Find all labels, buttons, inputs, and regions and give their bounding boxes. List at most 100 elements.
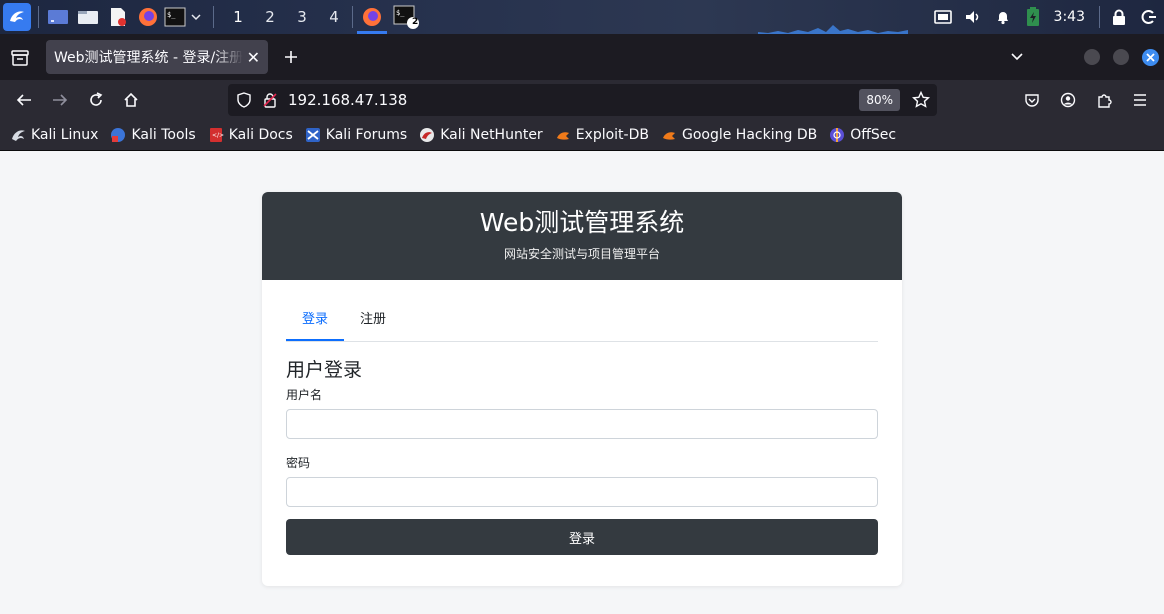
bookmark-label: OffSec xyxy=(850,127,897,143)
plus-icon xyxy=(285,51,297,63)
username-input[interactable] xyxy=(286,409,878,439)
terminal-window-button[interactable]: $_ 2 xyxy=(389,0,423,34)
home-button[interactable] xyxy=(117,88,145,112)
terminal-launcher-icon[interactable]: $_ xyxy=(163,0,187,34)
workspace-4[interactable]: 4 xyxy=(318,0,350,34)
account-button[interactable] xyxy=(1054,88,1082,112)
browser-navigation-bar: 192.168.47.138 80% xyxy=(0,80,1164,120)
arrow-right-icon xyxy=(53,94,68,106)
password-label: 密码 xyxy=(286,456,311,470)
clock[interactable]: 3:43 xyxy=(1054,9,1085,25)
bookmark-kali-docs[interactable]: </> Kali Docs xyxy=(208,127,293,143)
insecure-lock-icon[interactable] xyxy=(262,92,278,108)
kali-dragon-icon xyxy=(10,127,26,143)
maximize-window-button[interactable] xyxy=(1113,49,1129,65)
card-header: Web测试管理系统 网站安全测试与项目管理平台 xyxy=(262,192,902,280)
card-body: 登录 注册 用户登录 用户名 密码 登录 xyxy=(262,280,902,555)
chevron-down-icon[interactable] xyxy=(187,0,205,34)
workspace-2[interactable]: 2 xyxy=(254,0,286,34)
workspace-1[interactable]: 1 xyxy=(222,0,254,34)
close-icon xyxy=(1146,53,1155,62)
bookmarks-toolbar: Kali Linux Kali Tools </> Kali Docs Kali… xyxy=(0,120,1164,151)
bookmark-label: Kali Forums xyxy=(325,127,408,143)
tab-login[interactable]: 登录 xyxy=(286,300,345,341)
close-window-button[interactable] xyxy=(1142,49,1159,66)
auth-tabs: 登录 注册 xyxy=(286,300,878,342)
svg-text:$_: $_ xyxy=(167,11,176,19)
power-logout-icon[interactable] xyxy=(1134,0,1164,34)
firefox-icon xyxy=(363,8,381,26)
bookmark-label: Google Hacking DB xyxy=(681,127,818,143)
menu-button[interactable] xyxy=(1126,88,1154,112)
bookmark-kali-forums[interactable]: Kali Forums xyxy=(305,127,407,143)
browser-tab-active[interactable]: Web测试管理系统 - 登录/注册 ✕ xyxy=(46,40,268,74)
workspace-3[interactable]: 3 xyxy=(286,0,318,34)
puzzle-icon xyxy=(1098,94,1112,108)
file-manager-icon[interactable] xyxy=(73,0,103,34)
text-editor-icon[interactable] xyxy=(103,0,133,34)
exploit-db-icon xyxy=(555,127,571,143)
username-label: 用户名 xyxy=(286,388,323,402)
login-card: Web测试管理系统 网站安全测试与项目管理平台 登录 注册 用户登录 用户名 密… xyxy=(262,192,902,586)
list-all-tabs-button[interactable] xyxy=(1008,48,1026,66)
firefox-view-icon xyxy=(11,50,29,66)
system-taskbar: $_ 1 2 3 4 $_ 2 3:43 xyxy=(0,0,1164,34)
page-title: Web测试管理系统 xyxy=(479,208,685,237)
forward-button[interactable] xyxy=(46,88,74,112)
reload-button[interactable] xyxy=(82,88,110,112)
chevron-down-icon xyxy=(1011,53,1023,61)
address-bar[interactable]: 192.168.47.138 80% xyxy=(228,84,937,116)
form-title: 用户登录 xyxy=(286,359,363,381)
panel-separator xyxy=(1099,6,1100,28)
battery-icon[interactable] xyxy=(1018,0,1048,34)
shield-icon[interactable] xyxy=(236,92,252,108)
tab-register[interactable]: 注册 xyxy=(344,300,402,341)
panel-separator xyxy=(38,6,39,28)
firefox-launcher-icon[interactable] xyxy=(133,0,163,34)
bookmark-label: Exploit-DB xyxy=(575,127,649,143)
panel-separator xyxy=(213,6,214,28)
bookmark-label: Kali NetHunter xyxy=(440,127,543,143)
tab-title: Web测试管理系统 - 登录/注册 xyxy=(54,50,243,66)
ghdb-icon xyxy=(661,127,677,143)
bookmark-star-icon[interactable] xyxy=(912,91,930,109)
bookmark-offsec[interactable]: OffSec xyxy=(829,127,896,143)
terminal-window-count: 2 xyxy=(412,17,419,27)
firefox-view-button[interactable] xyxy=(8,46,32,70)
page-subtitle: 网站安全测试与项目管理平台 xyxy=(503,247,660,261)
account-icon xyxy=(1060,92,1076,108)
back-button[interactable] xyxy=(10,88,38,112)
home-icon xyxy=(124,92,138,107)
bookmark-kali-nethunter[interactable]: Kali NetHunter xyxy=(419,127,543,143)
lock-icon[interactable] xyxy=(1104,0,1134,34)
svg-text:</>: </> xyxy=(212,132,224,139)
bookmark-google-hacking-db[interactable]: Google Hacking DB xyxy=(661,127,817,143)
password-input[interactable] xyxy=(286,477,878,507)
hamburger-menu-icon xyxy=(1134,94,1146,106)
kali-tools-icon xyxy=(110,127,126,143)
kali-docs-icon: </> xyxy=(208,127,224,143)
close-tab-icon[interactable]: ✕ xyxy=(247,48,260,67)
new-tab-button[interactable] xyxy=(280,46,302,68)
bookmark-exploit-db[interactable]: Exploit-DB xyxy=(555,127,649,143)
login-button[interactable]: 登录 xyxy=(286,519,878,555)
bookmark-kali-linux[interactable]: Kali Linux xyxy=(10,127,98,143)
firefox-window-button[interactable] xyxy=(355,0,389,34)
pocket-button[interactable] xyxy=(1018,88,1046,112)
browser-tab-bar: Web测试管理系统 - 登录/注册 ✕ xyxy=(0,34,1164,80)
kali-dragon-icon xyxy=(3,3,31,31)
notification-bell-icon[interactable] xyxy=(988,0,1018,34)
reload-icon xyxy=(90,92,103,106)
volume-icon[interactable] xyxy=(958,0,988,34)
extensions-button[interactable] xyxy=(1090,88,1118,112)
app-menu-button[interactable] xyxy=(0,0,34,34)
minimize-window-button[interactable] xyxy=(1084,49,1100,65)
bookmark-kali-tools[interactable]: Kali Tools xyxy=(110,127,196,143)
bookmark-label: Kali Tools xyxy=(131,127,196,143)
zoom-level-button[interactable]: 80% xyxy=(859,89,900,111)
pocket-icon xyxy=(1025,94,1039,107)
show-desktop-icon[interactable] xyxy=(43,0,73,34)
screen-icon[interactable] xyxy=(928,0,958,34)
url-text[interactable]: 192.168.47.138 xyxy=(288,91,407,109)
kali-forums-icon xyxy=(305,127,321,143)
